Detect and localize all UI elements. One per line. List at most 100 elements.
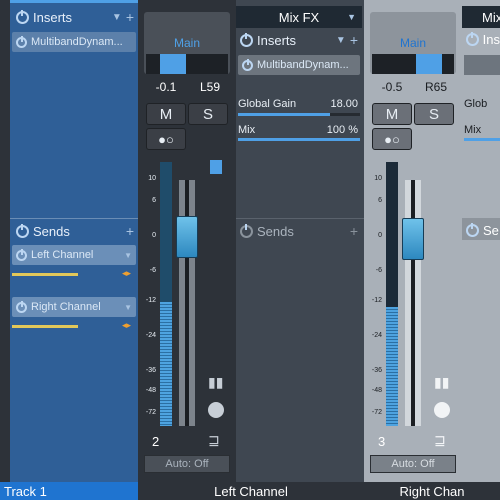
add-icon[interactable]: + xyxy=(350,32,358,48)
send-slot-left[interactable]: Left Channel ▼ xyxy=(12,245,136,265)
automation-button[interactable]: Auto: Off xyxy=(370,455,456,473)
pan-fill xyxy=(160,54,186,74)
power-icon[interactable] xyxy=(240,223,253,238)
sends-label: Se xyxy=(483,223,499,238)
add-icon[interactable]: + xyxy=(126,9,134,25)
divider xyxy=(236,218,364,219)
offscreen-strip xyxy=(0,0,10,482)
mute-button[interactable]: M xyxy=(146,103,186,125)
power-icon[interactable] xyxy=(16,248,27,261)
scale-tick: -6 xyxy=(149,267,156,274)
param-label: Global Gain xyxy=(238,98,297,110)
channel-name-label: Right Chan xyxy=(399,483,465,499)
send-name: Right Channel xyxy=(31,301,101,313)
power-icon[interactable] xyxy=(16,300,27,313)
level-meter xyxy=(160,162,172,426)
mute-button[interactable]: M xyxy=(372,103,412,125)
fader-handle[interactable] xyxy=(176,216,198,258)
param-mix[interactable]: Mix 100 % xyxy=(238,124,360,136)
link-icon[interactable]: ●○ xyxy=(146,128,186,150)
chevron-down-icon[interactable]: ▼ xyxy=(336,35,346,46)
scale-tick: 6 xyxy=(152,197,156,204)
scale-tick: 0 xyxy=(152,232,156,239)
chevron-down-icon[interactable]: ▼ xyxy=(124,303,132,312)
param-bar[interactable] xyxy=(238,138,360,141)
left-channel-strip: Main -0.1 L59 M S ●○ 10 6 0 -6 -12 -24 -… xyxy=(138,0,236,482)
param-value: 18.00 xyxy=(330,98,358,110)
meter-scale: 10 6 0 -6 -12 -24 -36 -48 -72 xyxy=(368,175,384,425)
meter-fill xyxy=(386,307,398,426)
power-icon[interactable] xyxy=(240,32,253,47)
inserts-header[interactable]: Ins xyxy=(466,32,500,47)
inserts-label: Inserts xyxy=(257,32,297,48)
pan-fill xyxy=(416,54,442,74)
send-level-bar[interactable] xyxy=(12,325,78,328)
meter-icon[interactable] xyxy=(210,160,222,174)
mix-fx-panel: Mix FX ▼ Inserts ▼ + MultibandDynam... G… xyxy=(236,0,364,482)
inserts-header[interactable]: Inserts ▼ + xyxy=(240,32,360,48)
pan-readout: L59 xyxy=(199,80,221,94)
param-fill xyxy=(238,138,360,141)
insert-name: MultibandDynam... xyxy=(257,59,349,71)
power-icon[interactable] xyxy=(242,58,253,71)
power-icon[interactable] xyxy=(16,35,27,48)
fx-title-bar[interactable]: Mix xyxy=(462,6,500,28)
routing-icon[interactable]: ⊒ xyxy=(208,432,220,449)
solo-button[interactable]: S xyxy=(188,103,228,125)
inserts-label: Ins xyxy=(482,32,500,47)
send-slot-right[interactable]: Right Channel ▼ xyxy=(12,297,136,317)
channel-number: 3 xyxy=(378,434,386,449)
fader-handle[interactable] xyxy=(402,218,424,260)
right-channel-strip: Main -0.5 R65 M S ●○ 10 6 0 -6 -12 -24 -… xyxy=(364,0,462,482)
param-global-gain[interactable]: Global Gain 18.00 xyxy=(238,98,360,110)
add-icon[interactable]: + xyxy=(350,223,358,239)
sends-header[interactable]: Sends + xyxy=(16,223,136,239)
power-icon[interactable] xyxy=(16,223,29,238)
pan-slider[interactable] xyxy=(146,54,228,74)
chevron-down-icon[interactable]: ▼ xyxy=(112,12,122,23)
track-name-label[interactable]: Track 1 xyxy=(0,482,138,500)
insert-slot[interactable] xyxy=(464,55,500,75)
send-name: Left Channel xyxy=(31,249,94,261)
send-pan-icon[interactable]: ◂▸ xyxy=(122,268,134,278)
scale-tick: -72 xyxy=(371,409,382,416)
panel-icon[interactable]: ▮▮ xyxy=(434,374,450,390)
scale-tick: 0 xyxy=(378,232,382,239)
fader-track[interactable] xyxy=(405,180,421,426)
divider xyxy=(10,218,138,219)
param-label: Mix xyxy=(464,124,482,136)
pan-slider[interactable] xyxy=(372,54,454,74)
scale-tick: -12 xyxy=(145,297,156,304)
scale-tick: 10 xyxy=(374,175,382,182)
channel-name[interactable]: Left Channel xyxy=(138,482,364,500)
send-level-bar[interactable] xyxy=(12,273,78,276)
power-icon[interactable] xyxy=(466,32,479,46)
power-icon[interactable] xyxy=(16,9,29,24)
insert-slot[interactable]: MultibandDynam... xyxy=(12,32,136,52)
solo-button[interactable]: S xyxy=(414,103,454,125)
insert-slot[interactable]: MultibandDynam... xyxy=(238,55,360,75)
routing-icon[interactable]: ⊒ xyxy=(434,432,446,449)
chevron-down-icon[interactable]: ▼ xyxy=(347,12,356,22)
sends-header[interactable]: Sends + xyxy=(240,223,360,239)
channel-name[interactable]: Right Chan xyxy=(364,482,500,500)
power-icon[interactable] xyxy=(466,223,479,237)
scale-tick: 10 xyxy=(148,175,156,182)
automation-button[interactable]: Auto: Off xyxy=(144,455,230,473)
knob-icon[interactable] xyxy=(434,402,450,418)
param-bar[interactable] xyxy=(238,113,360,116)
scale-tick: -6 xyxy=(375,267,382,274)
knob-icon[interactable] xyxy=(208,402,224,418)
chevron-down-icon[interactable]: ▼ xyxy=(124,251,132,260)
fx-title-bar[interactable]: Mix FX ▼ xyxy=(236,6,362,28)
link-icon[interactable]: ●○ xyxy=(372,128,412,150)
add-icon[interactable]: + xyxy=(126,223,134,239)
send-pan-icon[interactable]: ◂▸ xyxy=(122,320,134,330)
panel-icon[interactable]: ▮▮ xyxy=(208,374,224,390)
output-label[interactable]: Main xyxy=(370,36,456,50)
sends-label: Sends xyxy=(257,223,294,239)
track-1-panel: Inserts ▼ + MultibandDynam... Sends + Le… xyxy=(10,0,138,482)
level-meter xyxy=(386,162,398,426)
output-label[interactable]: Main xyxy=(144,36,230,50)
inserts-header[interactable]: Inserts ▼ + xyxy=(16,9,136,25)
